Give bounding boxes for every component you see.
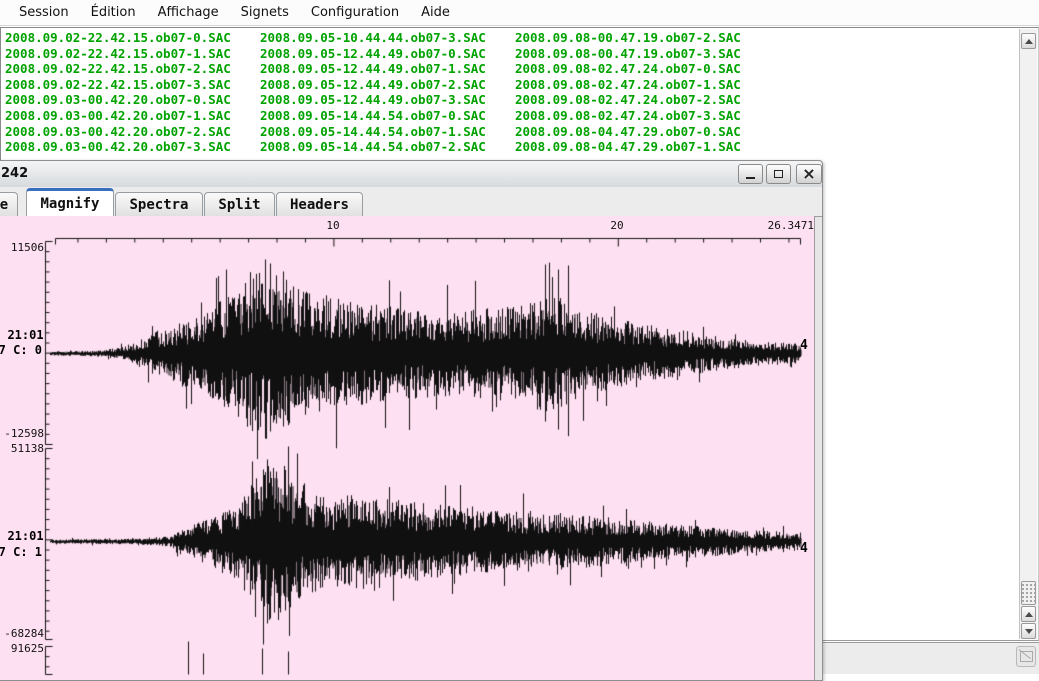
file-item[interactable]: 2008.09.03-00.42.20.ob07-2.SAC [5, 124, 260, 140]
close-button[interactable]: × [796, 164, 822, 184]
file-item[interactable]: 2008.09.02-22.42.15.ob07-0.SAC [5, 30, 260, 46]
file-column-1: 2008.09.02-22.42.15.ob07-0.SAC2008.09.02… [5, 30, 260, 155]
amplitude-min-trace1: -12598 [0, 427, 44, 440]
menu-item-5[interactable]: Configuration [300, 2, 410, 23]
time-tick-label-10: 10 [325, 219, 341, 232]
amplitude-max-trace2: 51138 [0, 442, 44, 455]
file-item[interactable]: 2008.09.05-12.44.49.ob07-0.SAC [260, 46, 515, 62]
maximize-icon [774, 170, 783, 178]
trace1-right-label: 4 [800, 338, 808, 353]
file-item[interactable]: 2008.09.08-02.47.24.ob07-2.SAC [515, 92, 770, 108]
minimize-button[interactable] [738, 164, 763, 184]
file-item[interactable]: 2008.09.05-10.44.44.ob07-3.SAC [260, 30, 515, 46]
file-item[interactable]: 2008.09.05-12.44.49.ob07-2.SAC [260, 77, 515, 93]
file-item[interactable]: 2008.09.08-00.47.19.ob07-3.SAC [515, 46, 770, 62]
arrow-up-icon [1025, 612, 1033, 617]
close-icon: × [802, 167, 815, 181]
trace1-channel-label: 7 C: 0 [0, 343, 42, 357]
waveform-canvas[interactable] [0, 216, 815, 680]
tab-split[interactable]: Split [204, 192, 275, 216]
trace1-time-label: 2 21:01 [0, 328, 42, 342]
file-item[interactable]: 2008.09.02-22.42.15.ob07-3.SAC [5, 77, 260, 93]
amplitude-min-trace2: -68284 [0, 627, 44, 640]
file-item[interactable]: 2008.09.05-14.44.54.ob07-2.SAC [260, 139, 515, 155]
time-tick-label-20: 20 [609, 219, 625, 232]
file-item[interactable]: 2008.09.03-00.42.20.ob07-1.SAC [5, 108, 260, 124]
menu-item-3[interactable]: Affichage [147, 2, 230, 23]
file-item[interactable]: 2008.09.03-00.42.20.ob07-3.SAC [5, 139, 260, 155]
window-title: 242 [1, 166, 28, 181]
file-column-3: 2008.09.08-00.47.19.ob07-2.SAC2008.09.08… [515, 30, 770, 155]
scroll-down-button[interactable] [1021, 623, 1036, 639]
amplitude-max-trace3: 91625 [0, 642, 44, 655]
menu-item-4[interactable]: Signets [230, 2, 300, 23]
file-item[interactable]: 2008.09.08-04.47.29.ob07-0.SAC [515, 124, 770, 140]
tab-magnify[interactable]: Magnify [26, 188, 114, 216]
trace2-right-label: 4 [800, 541, 808, 556]
tab-trace-partial[interactable]: e [0, 192, 18, 216]
seismogram-window: 242 × e Magnify Spectra Split Headers 10… [0, 160, 823, 681]
file-item[interactable]: 2008.09.02-22.42.15.ob07-2.SAC [5, 61, 260, 77]
file-item[interactable]: 2008.09.08-02.47.24.ob07-0.SAC [515, 61, 770, 77]
tool-icon [1020, 651, 1033, 662]
menu-item-6[interactable]: Aide [410, 2, 461, 23]
scroll-up-button-bottom[interactable] [1021, 606, 1036, 622]
file-list: 2008.09.02-22.42.15.ob07-0.SAC2008.09.02… [5, 30, 770, 155]
file-item[interactable]: 2008.09.03-00.42.20.ob07-0.SAC [5, 92, 260, 108]
minimize-icon [746, 177, 755, 179]
file-item[interactable]: 2008.09.08-04.47.29.ob07-1.SAC [515, 139, 770, 155]
file-item[interactable]: 2008.09.05-14.44.54.ob07-1.SAC [260, 124, 515, 140]
scroll-up-button[interactable] [1021, 33, 1036, 49]
window-titlebar[interactable]: 242 × [0, 161, 822, 188]
trace2-channel-label: 7 C: 1 [0, 545, 42, 559]
file-item[interactable]: 2008.09.08-02.47.24.ob07-1.SAC [515, 77, 770, 93]
amplitude-max-trace1: 11506 [0, 241, 44, 254]
file-item[interactable]: 2008.09.05-14.44.54.ob07-0.SAC [260, 108, 515, 124]
tab-spectra[interactable]: Spectra [115, 192, 203, 216]
file-item[interactable]: 2008.09.05-12.44.49.ob07-3.SAC [260, 92, 515, 108]
time-axis-end-label: 26.3471 [762, 219, 814, 232]
tab-bar: e Magnify Spectra Split Headers [0, 187, 822, 217]
file-item[interactable]: 2008.09.08-00.47.19.ob07-2.SAC [515, 30, 770, 46]
scrollbar-thumb[interactable] [1021, 581, 1036, 605]
menu-item-1[interactable]: Session [8, 2, 80, 23]
file-item[interactable]: 2008.09.08-02.47.24.ob07-3.SAC [515, 108, 770, 124]
file-list-scrollbar[interactable] [1019, 29, 1037, 639]
arrow-up-icon [1025, 39, 1033, 44]
seismogram-plot[interactable]: 10 20 26.3471 11506 -12598 51138 -68284 … [0, 216, 815, 680]
tab-headers[interactable]: Headers [276, 192, 363, 216]
file-item[interactable]: 2008.09.05-12.44.49.ob07-1.SAC [260, 61, 515, 77]
file-column-2: 2008.09.05-10.44.44.ob07-3.SAC2008.09.05… [260, 30, 515, 155]
menu-item-2[interactable]: Édition [80, 2, 147, 23]
arrow-down-icon [1025, 629, 1033, 634]
menu-bar: SessionÉditionAffichageSignetsConfigurat… [0, 0, 1039, 26]
status-tool-button[interactable] [1016, 646, 1036, 667]
maximize-button[interactable] [766, 164, 791, 184]
trace2-time-label: 2 21:01 [0, 529, 42, 543]
file-item[interactable]: 2008.09.02-22.42.15.ob07-1.SAC [5, 46, 260, 62]
